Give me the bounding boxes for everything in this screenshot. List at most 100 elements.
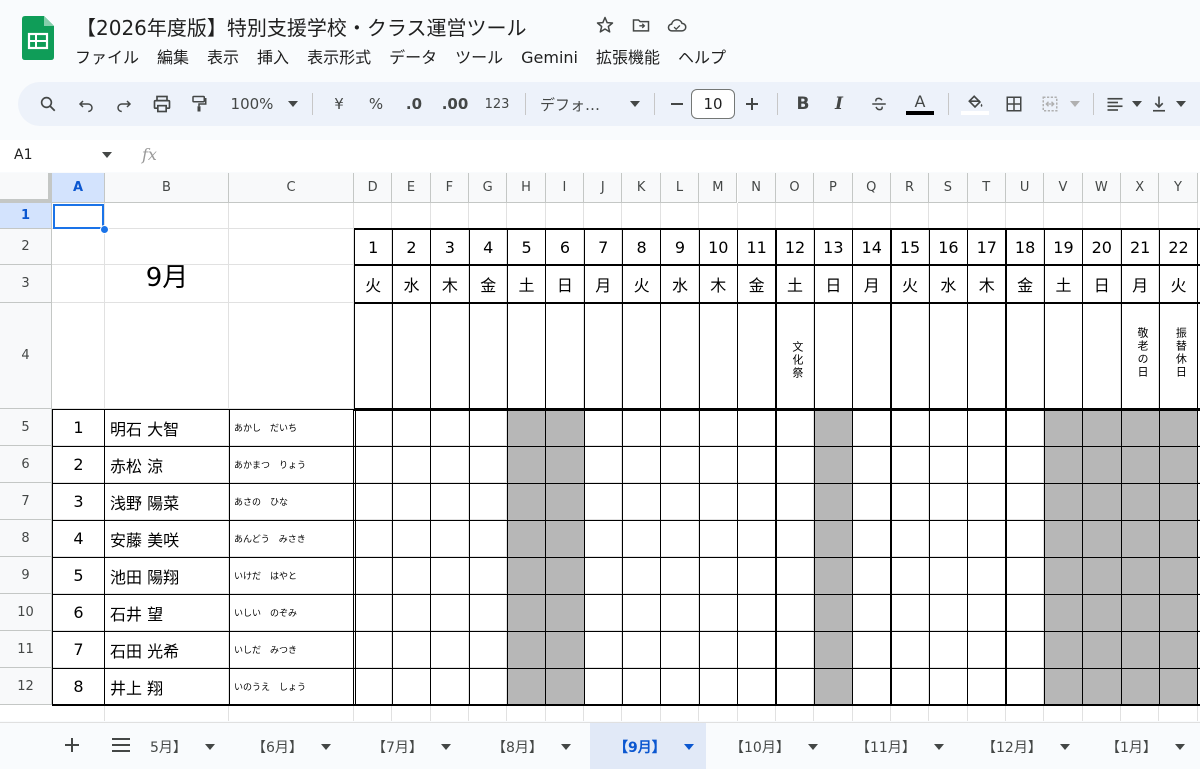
menu-extensions[interactable]: 拡張機能	[587, 46, 669, 70]
chevron-down-icon[interactable]	[320, 743, 331, 750]
active-cell-selection[interactable]	[53, 204, 104, 229]
row-header-3[interactable]: 3	[0, 265, 52, 303]
menu-help[interactable]: ヘルプ	[669, 46, 735, 70]
day-number-cell[interactable]: 2	[392, 229, 430, 265]
row-header-10[interactable]: 10	[0, 594, 52, 631]
decrease-decimal-button[interactable]: .0	[395, 88, 433, 120]
student-number-cell[interactable]: 8	[52, 668, 105, 705]
increase-font-size-icon[interactable]	[735, 88, 769, 120]
fill-handle[interactable]	[100, 225, 109, 234]
zoom-dropdown-icon[interactable]	[282, 88, 304, 120]
student-name-cell[interactable]: 赤松 涼	[105, 446, 229, 483]
font-dropdown-icon[interactable]	[624, 88, 646, 120]
column-header-f[interactable]: F	[430, 173, 470, 203]
menu-format[interactable]: 表示形式	[298, 46, 380, 70]
chevron-down-icon[interactable]	[807, 743, 818, 750]
weekday-cell[interactable]: 日	[546, 265, 584, 303]
align-dropdown-icon[interactable]	[1128, 88, 1146, 120]
weekday-cell[interactable]: 月	[1121, 265, 1159, 303]
column-header-i[interactable]: I	[545, 173, 585, 203]
weekday-cell[interactable]: 月	[584, 265, 622, 303]
student-number-cell[interactable]: 3	[52, 483, 105, 520]
column-header-h[interactable]: H	[507, 173, 546, 203]
row-header-6[interactable]: 6	[0, 446, 52, 483]
weekday-cell[interactable]: 火	[354, 265, 392, 303]
column-header-b[interactable]: B	[105, 173, 229, 203]
column-header-u[interactable]: U	[1005, 173, 1045, 203]
menu-edit[interactable]: 編集	[148, 46, 198, 70]
font-family-select[interactable]: デフォ…	[534, 88, 624, 120]
chevron-down-icon[interactable]	[204, 743, 215, 750]
column-header-l[interactable]: L	[660, 173, 700, 203]
print-icon[interactable]	[142, 88, 182, 120]
chevron-down-icon[interactable]	[440, 743, 451, 750]
weekday-cell[interactable]: 火	[1159, 265, 1197, 303]
column-header-j[interactable]: J	[584, 173, 623, 203]
move-folder-icon[interactable]	[630, 14, 652, 36]
decrease-font-size-icon[interactable]	[663, 88, 691, 120]
weekday-cell[interactable]: 木	[968, 265, 1006, 303]
weekday-cell[interactable]: 日	[1083, 265, 1121, 303]
merge-dropdown-icon[interactable]	[1065, 88, 1085, 120]
student-number-cell[interactable]: 5	[52, 557, 105, 594]
weekday-cell[interactable]: 金	[1006, 265, 1044, 303]
weekday-cell[interactable]: 木	[431, 265, 469, 303]
student-name-cell[interactable]: 池田 陽翔	[105, 557, 229, 594]
row-header-1[interactable]: 1	[0, 203, 52, 229]
increase-decimal-button[interactable]: .00	[433, 88, 477, 120]
column-header-q[interactable]: Q	[852, 173, 891, 203]
sheet-tab-5[interactable]: 【10月】	[706, 723, 830, 769]
student-kana-cell[interactable]: あんどう みさき	[229, 520, 354, 557]
column-header-v[interactable]: V	[1044, 173, 1083, 203]
sheet-tab-6[interactable]: 【11月】	[832, 723, 956, 769]
add-sheet-icon[interactable]	[62, 735, 82, 759]
weekday-cell[interactable]: 土	[1044, 265, 1082, 303]
student-kana-cell[interactable]: あかし だいち	[229, 409, 354, 446]
day-number-cell[interactable]: 22	[1159, 229, 1197, 265]
more-formats-button[interactable]: 123	[477, 88, 517, 120]
day-number-cell[interactable]: 10	[699, 229, 737, 265]
student-number-cell[interactable]: 6	[52, 594, 105, 631]
day-number-cell[interactable]: 6	[546, 229, 584, 265]
column-header-t[interactable]: T	[967, 173, 1006, 203]
day-number-cell[interactable]: 12	[776, 229, 814, 265]
row-header-2[interactable]: 2	[0, 229, 52, 265]
sheet-tab-4[interactable]: 【9月】	[590, 723, 706, 769]
weekday-cell[interactable]: 水	[929, 265, 967, 303]
event-label-o[interactable]: 文化祭	[789, 341, 805, 380]
day-number-cell[interactable]: 20	[1083, 229, 1121, 265]
menu-file[interactable]: ファイル	[66, 46, 148, 70]
sheets-logo-icon[interactable]	[22, 16, 54, 60]
column-header-n[interactable]: N	[737, 173, 776, 203]
column-header-o[interactable]: O	[775, 173, 815, 203]
day-number-cell[interactable]: 3	[431, 229, 469, 265]
student-number-cell[interactable]: 4	[52, 520, 105, 557]
student-name-cell[interactable]: 井上 翔	[105, 668, 229, 705]
weekday-cell[interactable]: 火	[891, 265, 929, 303]
student-name-cell[interactable]: 明石 大智	[105, 409, 229, 446]
weekday-cell[interactable]: 土	[776, 265, 814, 303]
column-header-k[interactable]: K	[622, 173, 661, 203]
weekday-cell[interactable]: 火	[622, 265, 660, 303]
row-header-8[interactable]: 8	[0, 520, 52, 557]
day-number-cell[interactable]: 9	[661, 229, 699, 265]
redo-icon[interactable]	[106, 88, 142, 120]
student-number-cell[interactable]: 2	[52, 446, 105, 483]
column-header-w[interactable]: W	[1082, 173, 1121, 203]
weekday-cell[interactable]: 木	[699, 265, 737, 303]
sheet-tab-0[interactable]: 5月】	[146, 723, 226, 769]
row-header-12[interactable]: 12	[0, 668, 52, 705]
menu-gemini[interactable]: Gemini	[512, 46, 587, 70]
search-menus-icon[interactable]	[30, 88, 66, 120]
sheet-tab-7[interactable]: 【12月】	[958, 723, 1080, 769]
sheet-tab-1[interactable]: 【6月】	[228, 723, 346, 769]
menu-data[interactable]: データ	[380, 46, 446, 70]
weekday-cell[interactable]: 月	[853, 265, 891, 303]
student-kana-cell[interactable]: あかまつ りょう	[229, 446, 354, 483]
weekday-cell[interactable]: 水	[661, 265, 699, 303]
column-header-s[interactable]: S	[929, 173, 968, 203]
column-header-y[interactable]: Y	[1159, 173, 1198, 203]
column-header-g[interactable]: G	[469, 173, 508, 203]
paint-format-icon[interactable]	[182, 88, 216, 120]
day-number-cell[interactable]: 15	[891, 229, 929, 265]
